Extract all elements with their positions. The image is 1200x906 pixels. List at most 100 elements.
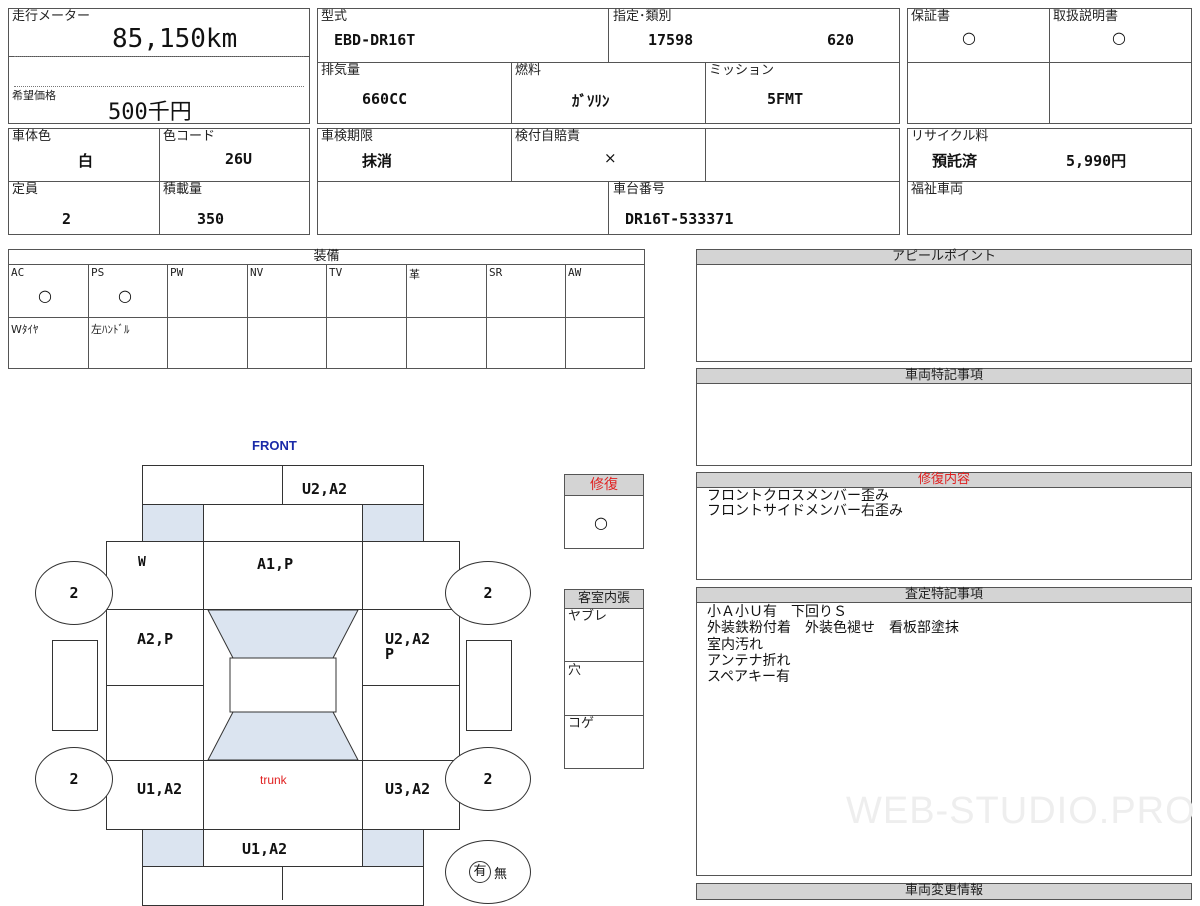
tire-rear-right: 2 — [445, 747, 531, 811]
equipment-label: TV — [329, 266, 343, 279]
inspection-label: 車検期限 — [321, 129, 374, 144]
price-label: 希望価格 — [12, 89, 56, 102]
left-side-rect — [52, 640, 98, 731]
fuel-label: 燃料 — [515, 63, 542, 78]
front-left-pillar — [142, 504, 204, 542]
equipment-header: 装備 — [8, 249, 645, 265]
hood-text: A1,P — [257, 555, 294, 573]
tire-rear-left: 2 — [35, 747, 113, 811]
windshield-mark: W — [138, 555, 146, 570]
spare-tire-indicator: 有 無 — [445, 840, 531, 904]
body-color-label: 車体色 — [12, 129, 52, 144]
equipment-label: 革 — [409, 268, 420, 281]
spare-no: 無 — [493, 866, 507, 882]
tire-front-left: 2 — [35, 561, 113, 625]
rear-left-pillar — [142, 829, 204, 867]
designation-no: 17598 — [648, 31, 694, 49]
interior-header: 客室内張 — [564, 589, 644, 609]
right-side-rect — [466, 640, 512, 731]
assessment-line-3: アンテナ折れ — [707, 653, 791, 669]
displacement-value: 660CC — [362, 90, 408, 108]
designation-label: 指定･類別 — [613, 9, 672, 24]
right-rear-text: U3,A2 — [385, 780, 431, 798]
recycle-fee: 5,990円 — [1066, 152, 1127, 170]
special-box — [696, 383, 1192, 466]
repair-content-line-1: フロントサイドメンバー右歪み — [707, 503, 903, 519]
body-color-value: 白 — [78, 152, 94, 170]
tire-front-right: 2 — [445, 561, 531, 625]
assessment-header: 査定特記事項 — [696, 587, 1192, 603]
load-value: 350 — [197, 210, 225, 228]
interior-box — [564, 608, 644, 769]
color-code-value: 26U — [225, 150, 253, 168]
appeal-box — [696, 264, 1192, 362]
watermark: WEB-STUDIO.PRO — [846, 790, 1196, 832]
recycle-label: リサイクル料 — [911, 129, 989, 144]
chassis-label: 車台番号 — [613, 182, 666, 197]
interior-item-1: 穴 — [568, 663, 582, 678]
model-label: 型式 — [321, 9, 348, 24]
equipment-label: NV — [250, 266, 264, 279]
front-label: FRONT — [252, 438, 297, 453]
equipment-label: AW — [568, 266, 582, 279]
left-rear-text: U1,A2 — [137, 780, 183, 798]
equipment-label: Wﾀｲﾔ — [11, 323, 39, 336]
color-code-label: 色コード — [163, 129, 216, 144]
transmission-value: 5FMT — [767, 90, 804, 108]
equipment-label: 左ﾊﾝﾄﾞﾙ — [91, 323, 130, 336]
change-info-header: 車両変更情報 — [696, 883, 1192, 900]
equipment-value: ○ — [38, 286, 52, 305]
class-no: 620 — [827, 31, 855, 49]
rear-bumper-text: U1,A2 — [242, 840, 288, 858]
mileage-value: 85,150km — [112, 24, 238, 54]
warranty-label: 保証書 — [911, 9, 951, 24]
repair-content-line-0: フロントクロスメンバー歪み — [707, 488, 889, 504]
transmission-label: ミッション — [709, 63, 775, 78]
front-bumper-text: U2,A2 — [302, 480, 348, 498]
displacement-label: 排気量 — [321, 63, 361, 78]
rear-bumper-panel — [142, 866, 424, 906]
warranty-value: ○ — [962, 28, 976, 47]
special-header: 車両特記事項 — [696, 368, 1192, 384]
model-value: EBD-DR16T — [334, 31, 416, 49]
equipment-label: PW — [170, 266, 184, 279]
equipment-label: SR — [489, 266, 503, 279]
front-bumper-panel — [142, 465, 424, 505]
interior-item-2: コゲ — [568, 716, 595, 731]
spare-yes: 有 — [468, 861, 491, 883]
appeal-header: アピールポイント — [696, 249, 1192, 265]
mileage-label: 走行メーター — [12, 9, 91, 24]
manual-label: 取扱説明書 — [1053, 9, 1119, 24]
capacity-value: 2 — [62, 210, 72, 228]
interior-item-0: ヤブレ — [568, 609, 608, 624]
left-front-text: A2,P — [137, 630, 174, 648]
chassis-value: DR16T-533371 — [625, 210, 734, 228]
liability-label: 検付自賠責 — [515, 129, 581, 144]
repair-header: 修復 — [564, 474, 644, 496]
assessment-line-4: スペアキー有 — [707, 669, 791, 685]
rear-right-pillar — [362, 829, 424, 867]
recycle-status: 預託済 — [932, 152, 978, 170]
inspection-value: 抹消 — [362, 152, 393, 170]
capacity-label: 定員 — [12, 182, 39, 197]
cabin-glass — [207, 609, 359, 761]
repair-content-header: 修復内容 — [696, 472, 1192, 488]
assessment-line-2: 室内汚れ — [707, 637, 763, 653]
fuel-value: ｶﾞｿﾘﾝ — [572, 92, 610, 110]
equipment-label: AC — [11, 266, 25, 279]
equipment-value: ○ — [118, 286, 132, 305]
trunk-label: trunk — [260, 773, 287, 787]
price-value: 500千円 — [108, 100, 192, 125]
manual-value: ○ — [1112, 28, 1126, 47]
repair-value: ○ — [594, 513, 608, 532]
welfare-label: 福祉車両 — [911, 182, 964, 197]
front-right-pillar — [362, 504, 424, 542]
front-center-gap — [203, 504, 363, 542]
assessment-line-0: 小Ａ小Ｕ有 下回りＳ — [707, 604, 847, 620]
assessment-line-1: 外装鉄粉付着 外装色褪せ 看板部塗抹 — [707, 620, 959, 636]
liability-value: × — [604, 149, 617, 167]
right-front-text-2: P — [385, 645, 395, 663]
assessment-box — [696, 602, 1192, 876]
load-label: 積載量 — [163, 182, 203, 197]
equipment-label: PS — [91, 266, 105, 279]
